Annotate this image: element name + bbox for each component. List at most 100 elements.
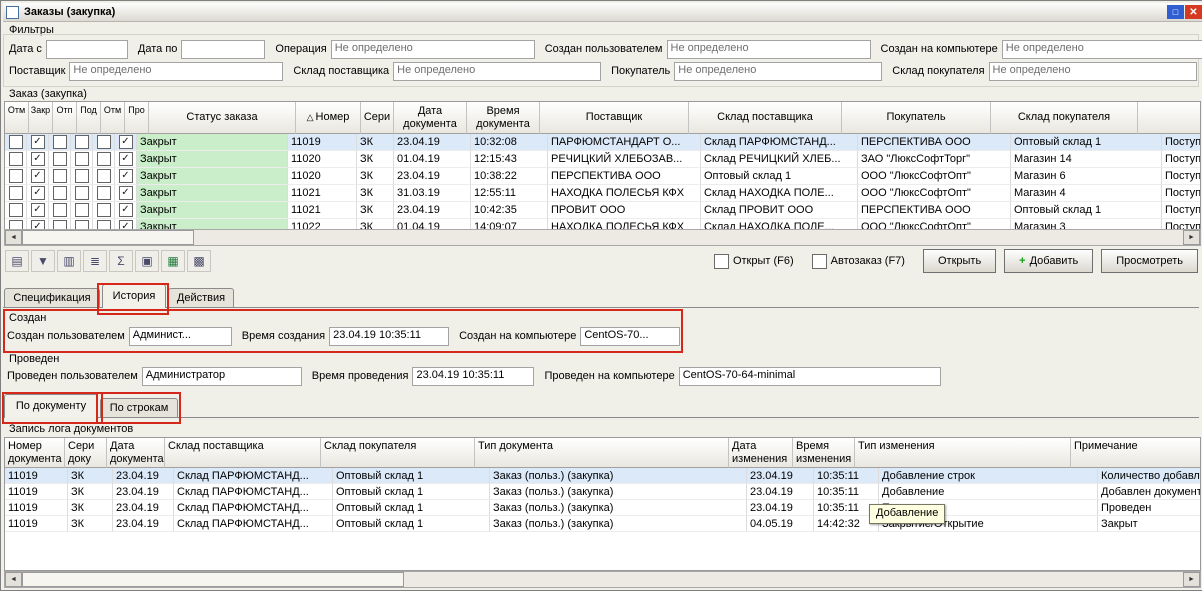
log-col-header[interactable]: Склад покупателя — [321, 438, 475, 468]
order-row[interactable]: ✓✓Закрыт11019ЗК23.04.1910:32:08ПАРФЮМСТА… — [5, 134, 1200, 151]
log-col-header[interactable]: Номер документа — [5, 438, 65, 468]
orders-col-header[interactable]: Сери — [361, 102, 394, 134]
log-row[interactable]: 11019ЗК23.04.19Склад ПАРФЮМСТАНД...Оптов… — [5, 516, 1200, 532]
checkbox-icon[interactable] — [9, 152, 23, 166]
order-check-cell[interactable]: ✓ — [115, 168, 137, 185]
order-row[interactable]: ✓✓Закрыт11021ЗК31.03.1912:55:11НАХОДКА П… — [5, 185, 1200, 202]
log-row[interactable]: 11019ЗК23.04.19Склад ПАРФЮМСТАНД...Оптов… — [5, 500, 1200, 516]
copy-grid-icon[interactable]: ▤ — [5, 250, 29, 272]
checkbox-icon[interactable]: ✓ — [31, 203, 45, 217]
order-check-cell[interactable] — [5, 185, 27, 202]
filter-field-buyer-warehouse[interactable]: Не определено — [989, 62, 1197, 81]
view-button[interactable]: Просмотреть — [1101, 249, 1198, 273]
checkbox-icon[interactable] — [75, 169, 89, 183]
order-check-cell[interactable] — [93, 151, 115, 168]
created-time-field[interactable]: 23.04.19 10:35:11 — [329, 327, 449, 346]
orders-col-header[interactable]: Склад поставщика — [689, 102, 842, 134]
log-table[interactable]: Номер документаСери докуДата документаСк… — [4, 437, 1201, 571]
autoorder-checkbox-box[interactable] — [812, 254, 827, 269]
filter-field-operation[interactable]: Не определено — [331, 40, 535, 59]
checkbox-icon[interactable] — [75, 203, 89, 217]
log-scroll-thumb[interactable] — [22, 572, 404, 587]
checkbox-icon[interactable] — [75, 135, 89, 149]
log-col-header[interactable]: Тип документа — [475, 438, 729, 468]
created-user-field[interactable]: Админист... — [129, 327, 232, 346]
excel-export-icon[interactable]: ▦ — [161, 250, 185, 272]
order-check-cell[interactable] — [93, 202, 115, 219]
scroll-right-icon[interactable]: ► — [1183, 572, 1200, 587]
posted-computer-field[interactable]: CentOS-70-64-minimal — [679, 367, 941, 386]
order-check-cell[interactable]: ✓ — [115, 185, 137, 202]
log-col-header[interactable]: Примечание — [1071, 438, 1201, 468]
orders-col-header[interactable]: Статус заказа — [149, 102, 296, 134]
checkbox-icon[interactable] — [9, 203, 23, 217]
checkbox-icon[interactable] — [9, 135, 23, 149]
maximize-icon[interactable]: □ — [1167, 5, 1184, 19]
log-col-header[interactable]: Дата изменения — [729, 438, 793, 468]
order-check-cell[interactable] — [5, 202, 27, 219]
checkbox-icon[interactable] — [97, 186, 111, 200]
posted-time-field[interactable]: 23.04.19 10:35:11 — [412, 367, 534, 386]
order-check-cell[interactable] — [5, 134, 27, 151]
checkbox-icon[interactable]: ✓ — [31, 152, 45, 166]
tab-by-rows[interactable]: По строкам — [100, 398, 178, 418]
filter-field-date-from[interactable] — [46, 40, 128, 59]
log-row[interactable]: 11019ЗК23.04.19Склад ПАРФЮМСТАНД...Оптов… — [5, 484, 1200, 500]
checkbox-icon[interactable]: ✓ — [119, 203, 133, 217]
filter-field-buyer[interactable]: Не определено — [674, 62, 882, 81]
checkbox-icon[interactable] — [53, 152, 67, 166]
filter-icon[interactable]: ▼ — [31, 250, 55, 272]
log-col-header[interactable]: Тип изменения — [855, 438, 1071, 468]
checkbox-icon[interactable]: ✓ — [119, 186, 133, 200]
order-check-cell[interactable] — [71, 151, 93, 168]
created-computer-field[interactable]: CentOS-70... — [580, 327, 680, 346]
filter-field-supplier[interactable]: Не определено — [69, 62, 283, 81]
order-check-cell[interactable]: ✓ — [27, 134, 49, 151]
orders-col-header[interactable] — [1138, 102, 1201, 134]
checkbox-icon[interactable]: ✓ — [119, 135, 133, 149]
order-check-cell[interactable]: ✓ — [27, 202, 49, 219]
order-check-cell[interactable]: ✓ — [27, 185, 49, 202]
tab-by-document[interactable]: По документу — [4, 394, 98, 418]
orders-h-scrollbar[interactable]: ◄ ► — [4, 229, 1201, 246]
open-checkbox-box[interactable] — [714, 254, 729, 269]
orders-col-header[interactable]: Время документа — [467, 102, 540, 134]
log-h-scrollbar[interactable]: ◄ ► — [4, 571, 1201, 588]
order-check-cell[interactable] — [49, 168, 71, 185]
order-check-cell[interactable]: ✓ — [115, 202, 137, 219]
checkbox-icon[interactable]: ✓ — [31, 169, 45, 183]
order-check-cell[interactable] — [5, 151, 27, 168]
order-check-cell[interactable] — [5, 168, 27, 185]
filter-field-created-by-user[interactable]: Не определено — [667, 40, 871, 59]
orders-check-col-header[interactable]: Отп — [53, 102, 77, 134]
checkbox-icon[interactable]: ✓ — [119, 169, 133, 183]
checkbox-icon[interactable] — [75, 186, 89, 200]
orders-col-header[interactable]: Поставщик — [540, 102, 689, 134]
checkbox-icon[interactable] — [53, 203, 67, 217]
order-check-cell[interactable] — [93, 168, 115, 185]
orders-check-col-header[interactable]: Под — [77, 102, 101, 134]
orders-check-col-header[interactable]: Про — [125, 102, 149, 134]
posted-user-field[interactable]: Администратор — [142, 367, 302, 386]
print-icon[interactable]: ▣ — [135, 250, 159, 272]
checkbox-icon[interactable] — [53, 169, 67, 183]
scroll-right-icon[interactable]: ► — [1183, 230, 1200, 245]
filter-field-created-on-computer[interactable]: Не определено — [1002, 40, 1202, 59]
checkbox-icon[interactable] — [97, 203, 111, 217]
tab-specification[interactable]: Спецификация — [4, 288, 100, 308]
order-check-cell[interactable] — [71, 185, 93, 202]
scroll-left-icon[interactable]: ◄ — [5, 230, 22, 245]
checkbox-icon[interactable]: ✓ — [31, 135, 45, 149]
title-bar[interactable]: Заказы (закупка) □ ✕ — [3, 3, 1202, 22]
grid-settings-icon[interactable]: ▩ — [187, 250, 211, 272]
tab-history[interactable]: История — [102, 284, 166, 308]
log-col-header[interactable]: Время изменения — [793, 438, 855, 468]
checkbox-icon[interactable]: ✓ — [31, 186, 45, 200]
orders-col-header[interactable]: Склад покупателя — [991, 102, 1138, 134]
orders-check-col-header[interactable]: Отм — [101, 102, 125, 134]
order-row[interactable]: ✓✓Закрыт11020ЗК23.04.1910:38:22ПЕРСПЕКТИ… — [5, 168, 1200, 185]
log-col-header[interactable]: Сери доку — [65, 438, 107, 468]
orders-check-col-header[interactable]: Закр — [29, 102, 53, 134]
order-row[interactable]: ✓✓Закрыт11020ЗК01.04.1912:15:43РЕЧИЦКИЙ … — [5, 151, 1200, 168]
order-row[interactable]: ✓✓Закрыт11021ЗК23.04.1910:42:35ПРОВИТ ОО… — [5, 202, 1200, 219]
